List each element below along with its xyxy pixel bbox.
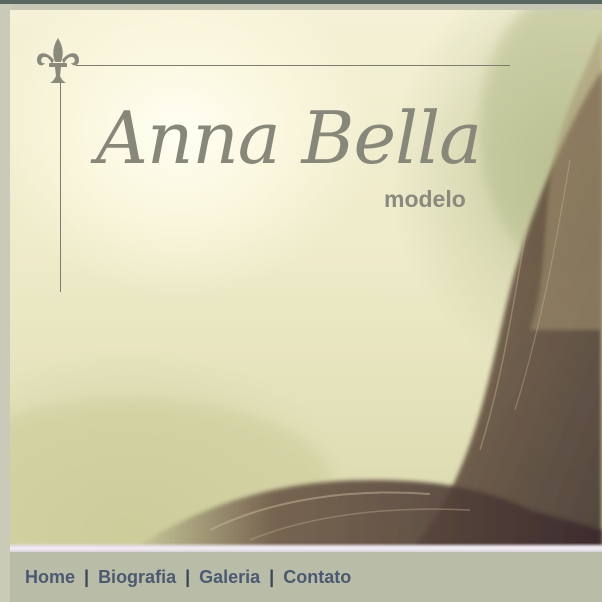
nav-separator: | (185, 566, 191, 587)
nav-item-contato[interactable]: Contato (283, 567, 351, 588)
portrait-photo (10, 10, 602, 552)
frame-line-horizontal (76, 65, 510, 66)
main-nav: Home | Biografia | Galeria | Contato (10, 552, 602, 602)
page: Anna Bella modelo Home | Biografia | Gal… (0, 0, 602, 602)
fleur-de-lis-icon (37, 38, 79, 83)
nav-item-home[interactable]: Home (25, 567, 75, 588)
site-subtitle: modelo (384, 186, 466, 212)
left-edge (0, 4, 10, 602)
nav-item-galeria[interactable]: Galeria (199, 567, 260, 588)
hero-banner: Anna Bella modelo (10, 10, 602, 552)
site-title: Anna Bella (96, 96, 482, 180)
top-rule (0, 0, 602, 4)
nav-divider (10, 543, 602, 552)
nav-item-biografia[interactable]: Biografia (98, 567, 176, 588)
nav-separator: | (84, 566, 90, 587)
nav-separator: | (269, 566, 275, 587)
frame-line-vertical (60, 78, 61, 292)
